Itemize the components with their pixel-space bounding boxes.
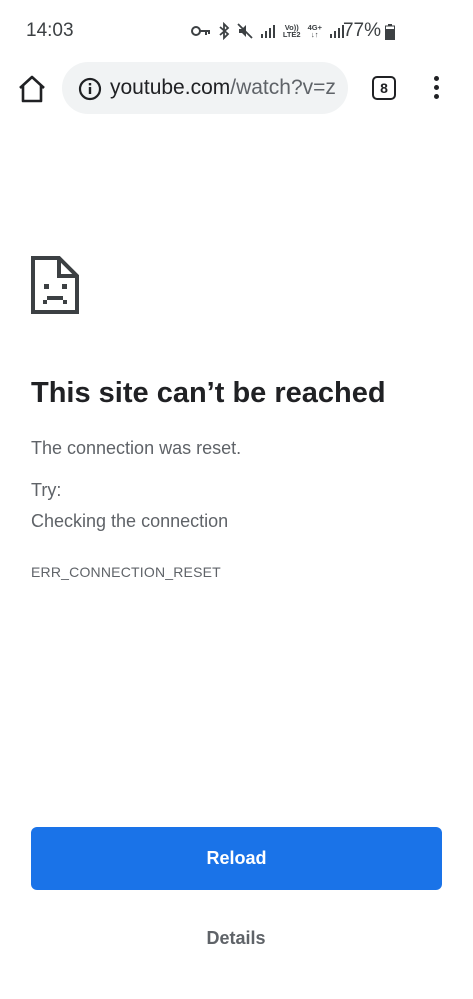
info-icon[interactable]: [78, 77, 102, 101]
home-icon[interactable]: [16, 73, 48, 105]
data-indicator: 4G+ ↓↑: [308, 23, 322, 39]
sad-document-icon: [31, 256, 79, 314]
more-vert-icon[interactable]: [430, 76, 442, 102]
error-message: The connection was reset.: [31, 438, 242, 458]
reload-button[interactable]: Reload: [31, 827, 442, 890]
browser-toolbar: youtube.com/watch?v=z 8: [0, 60, 473, 118]
address-bar[interactable]: youtube.com/watch?v=z: [62, 62, 348, 114]
suggestion-item: Checking the connection: [31, 511, 229, 531]
mute-icon: [237, 23, 253, 39]
try-label: Try:: [31, 480, 62, 500]
bluetooth-icon: [219, 22, 230, 40]
signal-icon: [260, 25, 275, 38]
tab-switcher-button[interactable]: 8: [372, 76, 396, 100]
volte-indicator: Vo)) LTE2: [282, 23, 301, 39]
battery-icon: [385, 24, 395, 40]
lte-label: LTE2: [282, 30, 301, 39]
status-icons: Vo)) LTE2 4G+ ↓↑: [190, 22, 345, 40]
status-bar: 14:03 Vo)) LTE2 4G+ ↓↑ 77%: [0, 0, 473, 60]
error-heading: This site can’t be reached: [31, 377, 386, 409]
details-button[interactable]: Details: [186, 922, 286, 954]
error-code: ERR_CONNECTION_RESET: [31, 564, 221, 580]
data-arrows-icon: ↓↑: [311, 30, 319, 39]
url-host: youtube.com: [110, 76, 231, 99]
vpn-key-icon: [190, 26, 210, 36]
status-time: 14:03: [26, 20, 74, 41]
battery-percent: 77%: [342, 20, 381, 41]
url-path: /watch?v=z: [230, 76, 336, 99]
url-text: youtube.com/watch?v=z: [110, 76, 336, 100]
